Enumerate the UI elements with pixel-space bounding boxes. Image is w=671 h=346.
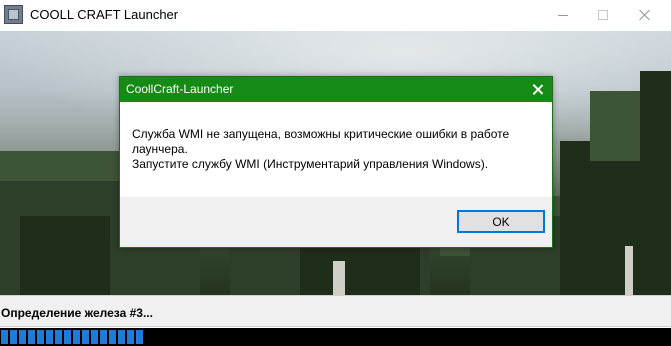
dialog-message-line: Служба WMI не запущена, возможны критиче…: [132, 127, 510, 141]
window-title: COOLL CRAFT Launcher: [30, 7, 179, 22]
maximize-button[interactable]: [580, 0, 625, 30]
progress-bar: [0, 328, 671, 346]
progress-block: [19, 330, 26, 344]
progress-block: [109, 330, 116, 344]
progress-block: [10, 330, 17, 344]
dialog-footer: OK: [120, 197, 552, 247]
dialog-title-bar: CoollCraft-Launcher: [120, 77, 552, 102]
ok-button[interactable]: OK: [457, 210, 545, 233]
status-text: Определение железа #3...: [1, 306, 153, 320]
progress-fill: [1, 330, 143, 344]
window-close-button[interactable]: [622, 0, 667, 30]
dialog-message-line: лаунчера.: [132, 142, 188, 156]
progress-block: [37, 330, 44, 344]
launcher-window: COOLL CRAFT Launcher Определение железа …: [0, 0, 671, 346]
dialog-body: Служба WMI не запущена, возможны критиче…: [120, 102, 552, 197]
dialog-title: CoollCraft-Launcher: [126, 82, 234, 96]
progress-block: [28, 330, 35, 344]
dialog-message-line: Запустите службу WMI (Инструментарий упр…: [132, 157, 489, 171]
progress-block: [73, 330, 80, 344]
progress-block: [82, 330, 89, 344]
progress-block: [46, 330, 53, 344]
window-title-bar: COOLL CRAFT Launcher: [0, 0, 671, 31]
progress-block: [118, 330, 125, 344]
minimize-icon: [557, 14, 568, 16]
launcher-app-icon: [4, 5, 23, 24]
progress-block: [64, 330, 71, 344]
status-panel: Определение железа #3...: [0, 295, 671, 327]
dialog-close-button[interactable]: [522, 77, 552, 102]
progress-block: [1, 330, 8, 344]
progress-block: [55, 330, 62, 344]
close-icon: [532, 84, 543, 95]
progress-block: [100, 330, 107, 344]
minimize-button[interactable]: [540, 0, 585, 30]
close-icon: [639, 9, 651, 21]
dialog-message: Служба WMI не запущена, возможны критиче…: [132, 127, 542, 172]
progress-block: [127, 330, 134, 344]
progress-block: [136, 330, 143, 344]
error-dialog: CoollCraft-Launcher Служба WMI не запуще…: [119, 76, 553, 248]
progress-block: [91, 330, 98, 344]
maximize-icon: [597, 10, 608, 20]
